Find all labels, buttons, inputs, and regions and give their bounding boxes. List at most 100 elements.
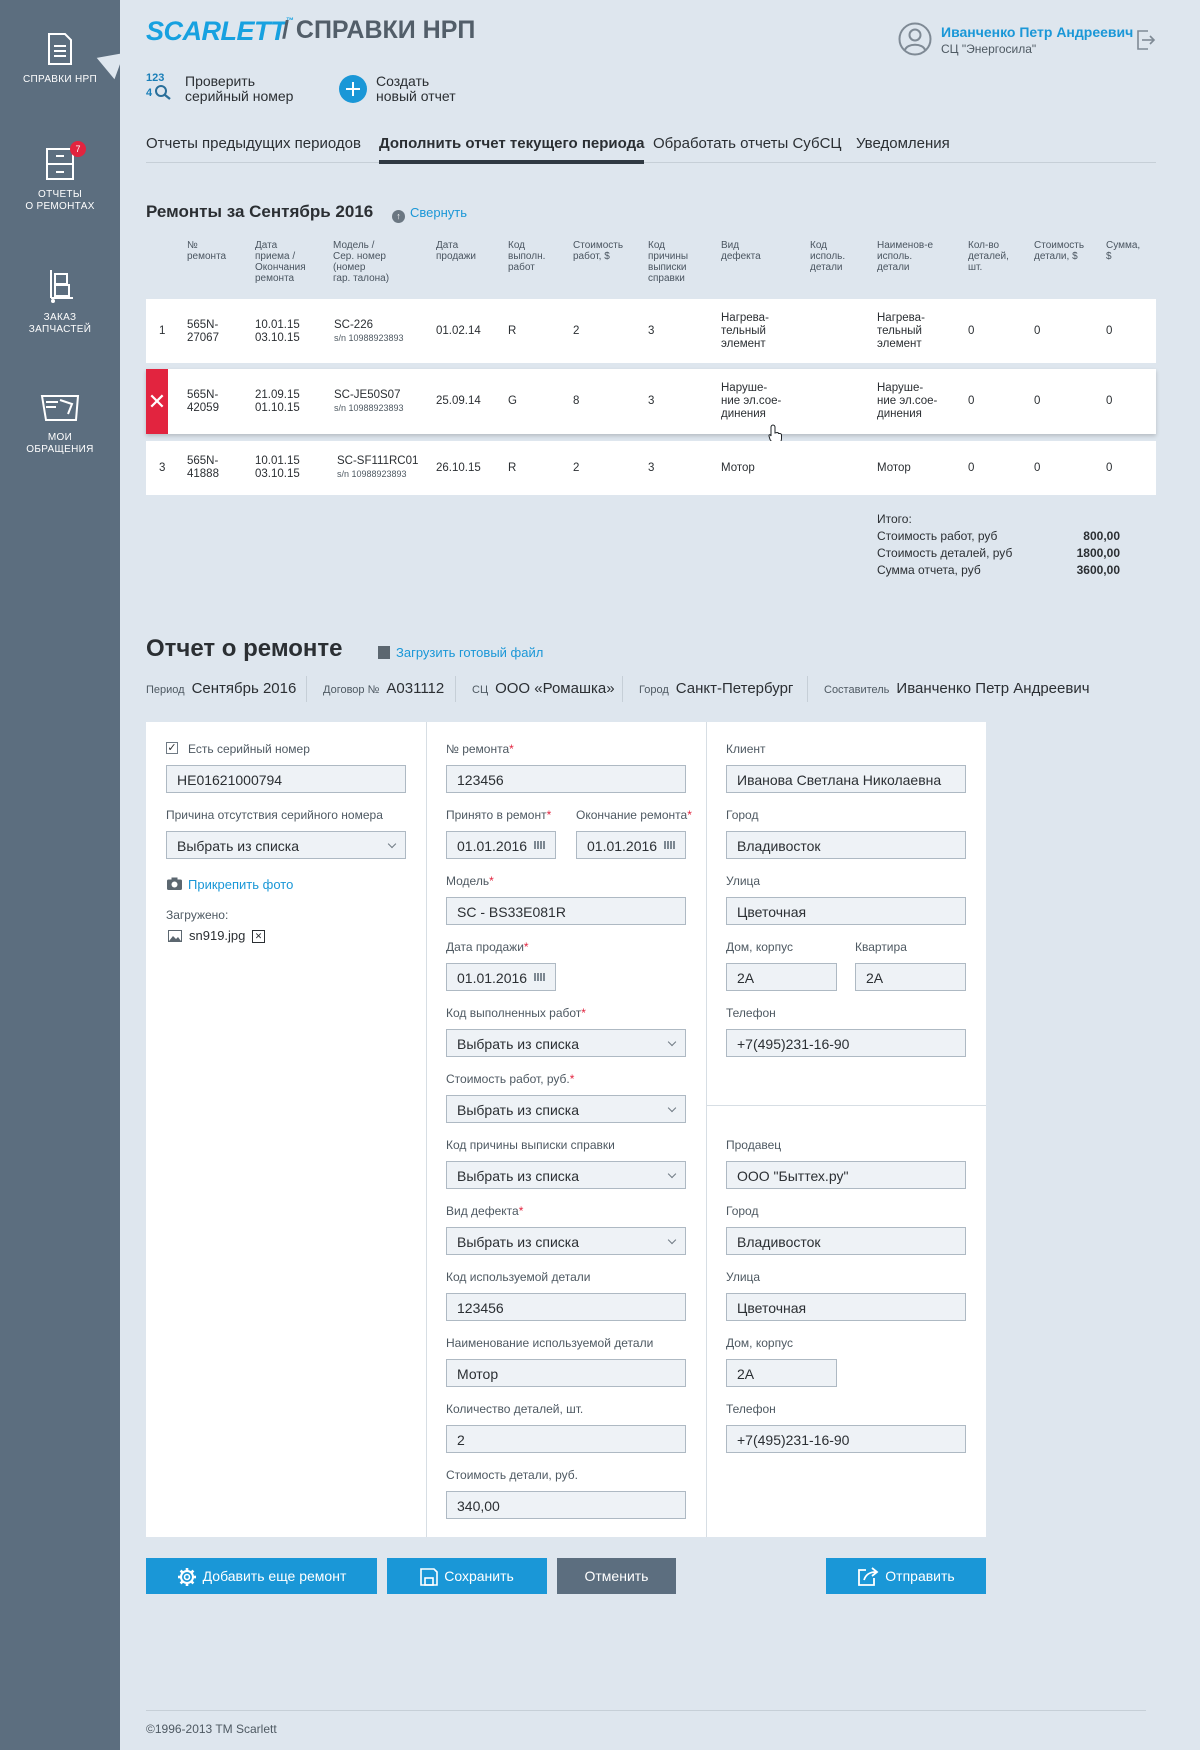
- seller-house-input[interactable]: 2А: [726, 1359, 837, 1387]
- work-cost-select[interactable]: Выбрать из списка: [446, 1095, 686, 1123]
- defect: Нагрева- тельный элемент: [721, 312, 769, 350]
- house-input[interactable]: 2А: [726, 963, 837, 991]
- check-serial-icon[interactable]: 123 4: [146, 73, 176, 103]
- tab-process-sub[interactable]: Обработать отчеты СубСЦ: [653, 135, 842, 163]
- qty-input[interactable]: 2: [446, 1425, 686, 1453]
- th-part-name: Наименов-е исполь. детали: [877, 240, 934, 273]
- reason-code-select[interactable]: Выбрать из списка: [446, 1161, 686, 1189]
- reason-code-label: Код причины выписки справки: [446, 1138, 615, 1152]
- th-defect: Вид дефекта: [721, 240, 761, 262]
- no-serial-reason-label: Причина отсутствия серийного номера: [166, 808, 383, 822]
- column-divider: [706, 722, 707, 1537]
- seller-street-input[interactable]: Цветочная: [726, 1293, 966, 1321]
- defect-label: Вид дефекта*: [446, 1204, 523, 1218]
- meta-label: Составитель: [824, 684, 890, 696]
- qty: 0: [968, 325, 975, 337]
- sidebar-item-reports[interactable]: ОТЧЕТЫ О РЕМОНТАХ: [0, 147, 120, 213]
- client-input[interactable]: Иванова Светлана Николаевна: [726, 765, 966, 793]
- model-cell: SC-226 s/n 10988923893: [334, 319, 404, 345]
- meta-divider: [455, 676, 456, 702]
- defect-select[interactable]: Выбрать из списка: [446, 1227, 686, 1255]
- row-num: 1: [159, 325, 166, 337]
- cancel-button[interactable]: Отменить: [557, 1558, 676, 1594]
- scarlett-logo[interactable]: SCARLETT™: [146, 16, 294, 47]
- sale-date-input[interactable]: 01.01.2016: [446, 963, 556, 991]
- save-button[interactable]: Сохранить: [387, 1558, 547, 1594]
- th-sale-date: Дата продажи: [436, 240, 476, 262]
- totals: Итого: Стоимость работ, руб 800,00 Стоимо…: [877, 512, 1120, 580]
- has-serial-label: Есть серийный номер: [188, 742, 310, 756]
- part-code-input[interactable]: 123456: [446, 1293, 686, 1321]
- plus-circle-icon[interactable]: [339, 75, 367, 103]
- send-label: Отправить: [885, 1568, 955, 1584]
- user-avatar-icon[interactable]: [898, 22, 932, 56]
- logout-icon[interactable]: [1136, 29, 1156, 51]
- city-input[interactable]: Владивосток: [726, 831, 966, 859]
- tab-previous-reports[interactable]: Отчеты предыдущих периодов: [146, 135, 361, 163]
- meta-label: Город: [639, 684, 669, 696]
- qty: 0: [968, 462, 975, 474]
- table-row[interactable]: 1 565N- 27067 10.01.15 03.10.15 SC-226 s…: [146, 299, 1156, 363]
- serial-input[interactable]: HE01621000794: [166, 765, 406, 793]
- meta-divider: [622, 676, 623, 702]
- total-work-value: 800,00: [1083, 529, 1120, 543]
- table-row[interactable]: 3 565N- 41888 10.01.15 03.10.15 SC-SF111…: [146, 441, 1156, 495]
- footer-divider: [146, 1710, 1146, 1711]
- check-serial-icon-digits: 123: [146, 72, 165, 84]
- upload-file-link[interactable]: Загрузить готовый файл: [378, 645, 543, 660]
- tab-bar: Отчеты предыдущих периодов Дополнить отч…: [146, 133, 1156, 164]
- uploaded-label: Загружено:: [166, 908, 229, 922]
- finished-date-input[interactable]: 01.01.2016: [576, 831, 686, 859]
- sidebar-item-nrp[interactable]: СПРАВКИ НРП: [0, 32, 120, 86]
- tab-supplement-current[interactable]: Дополнить отчет текущего периода: [379, 135, 645, 164]
- reason-code: 3: [648, 395, 655, 407]
- collapse-link[interactable]: ↑ Свернуть: [392, 205, 467, 223]
- has-serial-checkbox[interactable]: ✓: [166, 742, 178, 754]
- create-report-button[interactable]: Создать новый отчет: [376, 74, 456, 104]
- model-input[interactable]: SC - BS33E081R: [446, 897, 686, 925]
- accepted-date-input[interactable]: 01.01.2016: [446, 831, 556, 859]
- required-mark: *: [687, 808, 692, 822]
- part-name-input[interactable]: Мотор: [446, 1359, 686, 1387]
- check-serial-button[interactable]: Проверить серийный номер: [185, 74, 293, 104]
- remove-file-button[interactable]: ✕: [252, 930, 265, 943]
- total-parts-label: Стоимость деталей, руб: [877, 546, 1013, 560]
- tab-notifications[interactable]: Уведомления: [856, 135, 950, 163]
- th-reason-code: Код причины выписки справки: [648, 240, 689, 284]
- flat-input[interactable]: 2А: [855, 963, 966, 991]
- sidebar: СПРАВКИ НРП ОТЧЕТЫ О РЕМОНТАХ 7 ЗАКАЗ ЗА…: [0, 0, 125, 1750]
- seller-street-label: Улица: [726, 1270, 761, 1284]
- repair-no-input[interactable]: 123456: [446, 765, 686, 793]
- sidebar-item-requests[interactable]: МОИ ОБРАЩЕНИЯ: [0, 394, 120, 456]
- seller-input[interactable]: ООО "Быттех.ру": [726, 1161, 966, 1189]
- part-cost-input[interactable]: 340,00: [446, 1491, 686, 1519]
- sale-date: 01.02.14: [436, 325, 481, 337]
- meta-period: Период Сентябрь 2016: [146, 680, 296, 697]
- model: SC-SF111RC01: [337, 455, 419, 467]
- defect-label-text: Вид дефекта: [446, 1204, 519, 1218]
- accepted-label: Принято в ремонт*: [446, 808, 551, 822]
- meta-value: ООО «Ромашка»: [495, 680, 615, 697]
- phone-input[interactable]: +7(495)231-16-90: [726, 1029, 966, 1057]
- street-input[interactable]: Цветочная: [726, 897, 966, 925]
- add-repair-button[interactable]: Добавить еще ремонт: [146, 1558, 377, 1594]
- sidebar-item-parts[interactable]: ЗАКАЗ ЗАПЧАСТЕЙ: [0, 268, 120, 336]
- send-button[interactable]: Отправить: [826, 1558, 986, 1594]
- no-serial-reason-select[interactable]: Выбрать из списка: [166, 831, 406, 859]
- cancel-label: Отменить: [584, 1568, 649, 1584]
- seller-phone-input[interactable]: +7(495)231-16-90: [726, 1425, 966, 1453]
- camera-icon[interactable]: [167, 877, 182, 890]
- section-divider: [706, 1105, 986, 1106]
- table-row[interactable]: ✕ 565N- 42059 21.09.15 01.10.15 SC-JE50S…: [146, 369, 1156, 444]
- meta-value: Санкт-Петербург: [675, 680, 794, 697]
- attach-photo-link[interactable]: Прикрепить фото: [188, 877, 293, 892]
- seller-city-input[interactable]: Владивосток: [726, 1227, 966, 1255]
- work-code-select[interactable]: Выбрать из списка: [446, 1029, 686, 1057]
- sum: 0: [1106, 325, 1113, 337]
- create-report-label-1: Создать: [376, 73, 430, 89]
- required-mark: *: [489, 874, 494, 888]
- collapse-label: Свернуть: [410, 205, 468, 220]
- delete-row-button[interactable]: ✕: [146, 369, 168, 434]
- user-name[interactable]: Иванченко Петр Андреевич: [941, 24, 1133, 40]
- sale-date: 25.09.14: [436, 395, 481, 407]
